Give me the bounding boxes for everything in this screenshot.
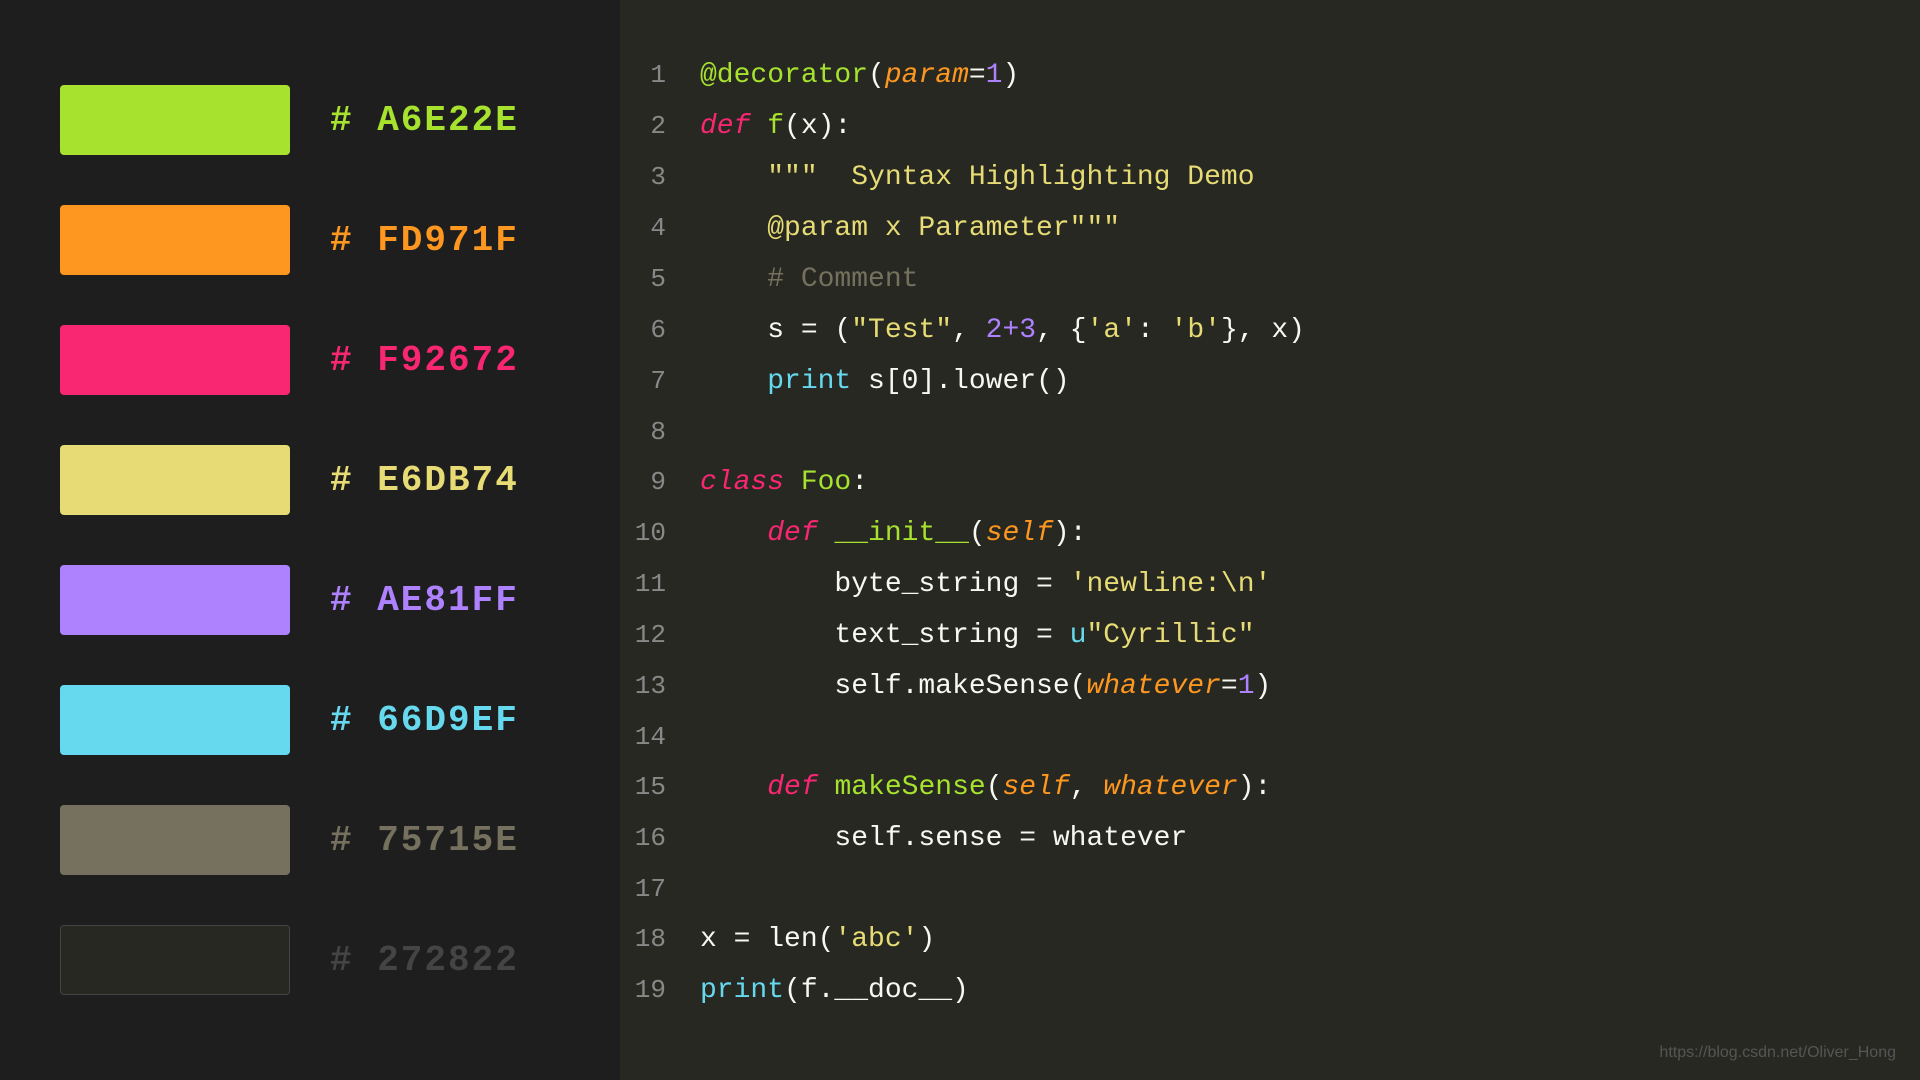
code-editor-panel: 1 @decorator(param=1) 2 def f(x): 3 """ … xyxy=(620,0,1920,1080)
code-line-11: 11 byte_string = 'newline:\n' xyxy=(620,559,1920,610)
color-label-yellow: # E6DB74 xyxy=(330,460,519,501)
line-number-1: 1 xyxy=(620,52,690,98)
color-row-gray: # 75715E xyxy=(60,805,560,875)
code-content-11: byte_string = 'newline:\n' xyxy=(690,562,1920,608)
line-number-4: 4 xyxy=(620,205,690,251)
line-number-16: 16 xyxy=(620,815,690,861)
line-number-14: 14 xyxy=(620,714,690,760)
code-line-3: 3 """ Syntax Highlighting Demo xyxy=(620,152,1920,203)
code-line-13: 13 self.makeSense(whatever=1) xyxy=(620,661,1920,712)
line-number-13: 13 xyxy=(620,663,690,709)
code-content-16: self.sense = whatever xyxy=(690,816,1920,862)
code-content-13: self.makeSense(whatever=1) xyxy=(690,664,1920,710)
code-line-8: 8 xyxy=(620,407,1920,457)
color-label-cyan: # 66D9EF xyxy=(330,700,519,741)
code-content-15: def makeSense(self, whatever): xyxy=(690,765,1920,811)
code-content-7: print s[0].lower() xyxy=(690,359,1920,405)
code-line-6: 6 s = ("Test", 2+3, {'a': 'b'}, x) xyxy=(620,305,1920,356)
swatch-purple xyxy=(60,565,290,635)
line-number-5: 5 xyxy=(620,256,690,302)
swatch-orange xyxy=(60,205,290,275)
line-number-18: 18 xyxy=(620,916,690,962)
line-number-6: 6 xyxy=(620,307,690,353)
color-row-yellow: # E6DB74 xyxy=(60,445,560,515)
color-row-orange: # FD971F xyxy=(60,205,560,275)
code-line-17: 17 xyxy=(620,864,1920,914)
code-line-7: 7 print s[0].lower() xyxy=(620,356,1920,407)
code-line-16: 16 self.sense = whatever xyxy=(620,813,1920,864)
swatch-gray xyxy=(60,805,290,875)
color-label-orange: # FD971F xyxy=(330,220,519,261)
code-line-14: 14 xyxy=(620,712,1920,762)
watermark: https://blog.csdn.net/Oliver_Hong xyxy=(1659,1044,1896,1062)
line-number-3: 3 xyxy=(620,154,690,200)
line-number-10: 10 xyxy=(620,510,690,556)
code-line-2: 2 def f(x): xyxy=(620,101,1920,152)
code-line-15: 15 def makeSense(self, whatever): xyxy=(620,762,1920,813)
color-label-purple: # AE81FF xyxy=(330,580,519,621)
code-content-2: def f(x): xyxy=(690,104,1920,150)
line-number-11: 11 xyxy=(620,561,690,607)
code-content-10: def __init__(self): xyxy=(690,511,1920,557)
line-number-19: 19 xyxy=(620,967,690,1013)
code-line-4: 4 @param x Parameter""" xyxy=(620,203,1920,254)
code-content-1: @decorator(param=1) xyxy=(690,53,1920,99)
swatch-cyan xyxy=(60,685,290,755)
code-line-12: 12 text_string = u"Cyrillic" xyxy=(620,610,1920,661)
color-row-green: # A6E22E xyxy=(60,85,560,155)
code-line-10: 10 def __init__(self): xyxy=(620,508,1920,559)
code-line-9: 9 class Foo: xyxy=(620,457,1920,508)
code-line-1: 1 @decorator(param=1) xyxy=(620,50,1920,101)
color-row-purple: # AE81FF xyxy=(60,565,560,635)
line-number-12: 12 xyxy=(620,612,690,658)
code-content-5: # Comment xyxy=(690,257,1920,303)
color-row-pink: # F92672 xyxy=(60,325,560,395)
color-label-dark: # 272822 xyxy=(330,940,519,981)
color-palette-panel: # A6E22E # FD971F # F92672 # E6DB74 # AE… xyxy=(0,0,620,1080)
code-line-5: 5 # Comment xyxy=(620,254,1920,305)
swatch-pink xyxy=(60,325,290,395)
color-label-pink: # F92672 xyxy=(330,340,519,381)
line-number-8: 8 xyxy=(620,409,690,455)
line-number-15: 15 xyxy=(620,764,690,810)
color-row-cyan: # 66D9EF xyxy=(60,685,560,755)
line-number-2: 2 xyxy=(620,103,690,149)
line-number-17: 17 xyxy=(620,866,690,912)
code-line-19: 19 print(f.__doc__) xyxy=(620,965,1920,1016)
code-content-9: class Foo: xyxy=(690,460,1920,506)
swatch-green xyxy=(60,85,290,155)
color-row-dark: # 272822 xyxy=(60,925,560,995)
code-content-6: s = ("Test", 2+3, {'a': 'b'}, x) xyxy=(690,308,1920,354)
code-content-19: print(f.__doc__) xyxy=(690,968,1920,1014)
line-number-7: 7 xyxy=(620,358,690,404)
color-label-gray: # 75715E xyxy=(330,820,519,861)
code-block: 1 @decorator(param=1) 2 def f(x): 3 """ … xyxy=(620,30,1920,1036)
line-number-9: 9 xyxy=(620,459,690,505)
swatch-dark xyxy=(60,925,290,995)
code-content-18: x = len('abc') xyxy=(690,917,1920,963)
code-content-4: @param x Parameter""" xyxy=(690,206,1920,252)
code-content-3: """ Syntax Highlighting Demo xyxy=(690,155,1920,201)
swatch-yellow xyxy=(60,445,290,515)
code-line-18: 18 x = len('abc') xyxy=(620,914,1920,965)
color-label-green: # A6E22E xyxy=(330,100,519,141)
code-content-12: text_string = u"Cyrillic" xyxy=(690,613,1920,659)
